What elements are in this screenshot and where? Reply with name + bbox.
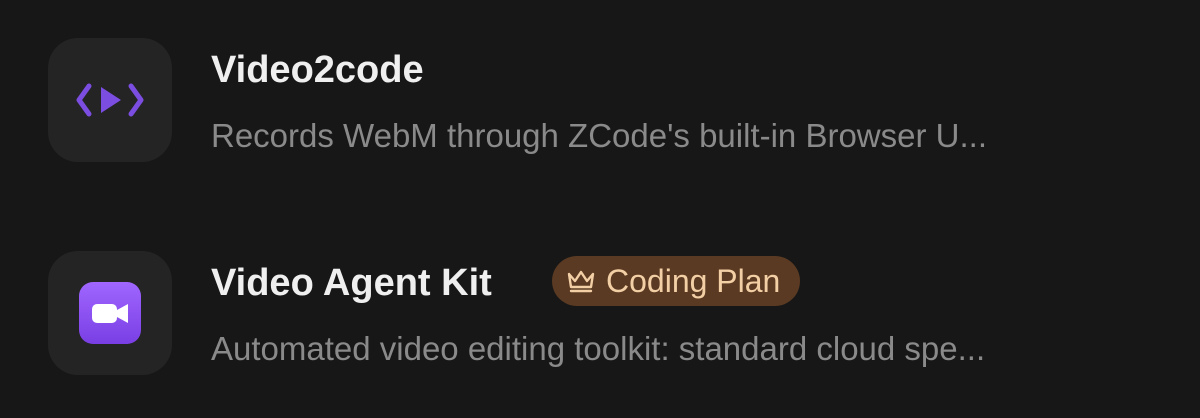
- list-item-video-agent-kit[interactable]: Video Agent Kit Coding Plan Automated vi…: [48, 251, 1168, 381]
- item-title: Video Agent Kit: [211, 262, 492, 304]
- item-description: Records WebM through ZCode's built-in Br…: [211, 117, 987, 154]
- item-title: Video2code: [211, 49, 424, 91]
- skill-list: Video2code Records WebM through ZCode's …: [0, 0, 1200, 418]
- coding-plan-badge: Coding Plan: [552, 256, 801, 306]
- crown-icon: [566, 268, 596, 294]
- list-item-video2code[interactable]: Video2code Records WebM through ZCode's …: [48, 38, 1168, 168]
- badge-label: Coding Plan: [606, 263, 781, 299]
- video-camera-icon: [48, 251, 172, 375]
- item-description: Automated video editing toolkit: standar…: [211, 330, 986, 367]
- code-play-icon: [48, 38, 172, 162]
